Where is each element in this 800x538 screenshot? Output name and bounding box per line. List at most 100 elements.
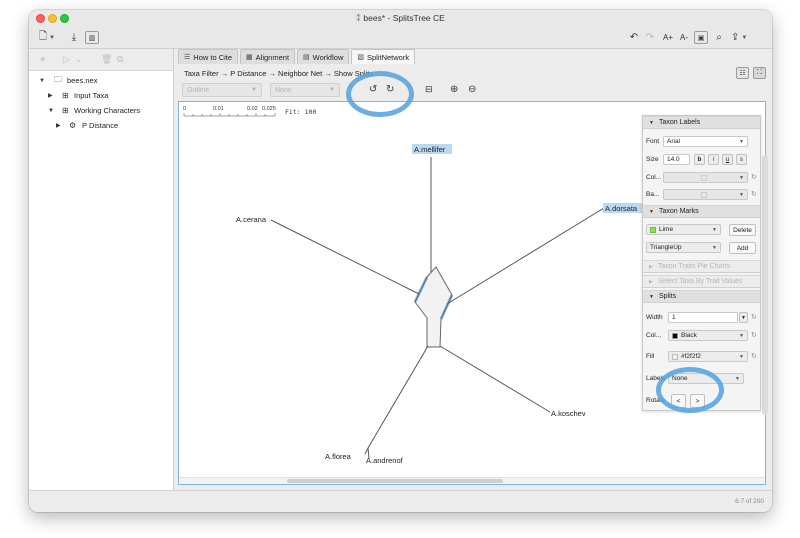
reset-icon[interactable]: ↻	[751, 331, 757, 339]
share-button[interactable]: ⇪ ▼	[731, 29, 747, 46]
edge-koschev[interactable]	[439, 345, 551, 413]
play-icon[interactable]: ▷	[63, 54, 70, 65]
reset-icon[interactable]: ↻	[751, 313, 757, 321]
expanded-arrow-icon: ▼	[649, 293, 654, 300]
color-swatch	[701, 174, 707, 181]
split-width-input[interactable]: 1	[668, 312, 738, 323]
tree-toolbar: ⚭ ▷ ⌄ 🗑 ⧉	[29, 49, 173, 71]
add-mark-button[interactable]: Add	[729, 242, 756, 254]
horizontal-scrollbar[interactable]	[179, 477, 765, 484]
reset-icon[interactable]: ↻	[751, 173, 757, 181]
scroll-thumb[interactable]	[287, 479, 503, 483]
splits-header[interactable]: ▼ Splits	[643, 290, 760, 303]
size-label: Size	[646, 156, 659, 163]
format-panel-toggle-button[interactable]: ☷	[736, 67, 749, 79]
tab-workflow[interactable]: ▤ Workflow	[297, 49, 350, 64]
collapsed-arrow-icon[interactable]: ▶	[48, 92, 53, 99]
tree-item-working-characters[interactable]: ▼ ⊞ Working Characters	[29, 103, 173, 118]
flip-icon: ⊟	[425, 84, 433, 94]
reset-icon[interactable]: ↻	[751, 190, 757, 198]
tree-item-p-distance[interactable]: ▶ ⚙ P Distance	[29, 118, 173, 133]
color-swatch	[672, 332, 678, 339]
workflow-tree-panel: ⚭ ▷ ⌄ 🗑 ⧉ ▼ 🗀 bees.nex ▶ ⊞ Input Taxa ▼ …	[29, 49, 174, 490]
chevron-down-icon: ▼	[739, 332, 744, 339]
new-file-button[interactable]: 🗋 ▼	[39, 29, 55, 46]
edge-dorsata[interactable]	[446, 207, 605, 305]
split-color-picker[interactable]: Black ▼	[668, 330, 748, 341]
taxon-marks-header[interactable]: ▼ Taxon Marks	[643, 205, 760, 218]
increase-font-button[interactable]: A+	[661, 29, 675, 46]
label-background-picker[interactable]: ▼	[663, 189, 748, 200]
split-fill-label: Fill	[646, 353, 655, 360]
taxon-label-dorsata[interactable]: A.dorsata	[605, 204, 638, 213]
select-by-trait-header[interactable]: ▶ Select Taxa By Trait Values	[643, 275, 760, 288]
redo-button[interactable]: ↷	[643, 29, 657, 46]
color-swatch	[701, 191, 707, 198]
layout-combo[interactable]: Outline ▼	[182, 83, 262, 97]
tab-splitnetwork[interactable]: ▧ SplitNetwork	[351, 49, 416, 64]
taxon-label-florea[interactable]: A.florea	[325, 452, 352, 461]
reset-icon[interactable]: ↻	[751, 352, 757, 360]
taxon-labels-header[interactable]: ▼ Taxon Labels	[643, 116, 760, 129]
edge-cerana[interactable]	[270, 219, 420, 295]
chevron-down-icon: ▼	[739, 353, 744, 360]
taxon-label-mellifer[interactable]: A.mellifer	[414, 145, 446, 154]
sidebar-icon: ▥	[88, 34, 96, 42]
fit-window-button[interactable]: ▣	[694, 31, 708, 44]
zoom-in-button[interactable]: ⊕	[450, 84, 458, 95]
search-button[interactable]: ⌕	[712, 29, 726, 46]
network-controls: Outline ▼ None ▼ ↺ ↻ ⊟ ⊕ ⊖	[176, 83, 772, 101]
underline-button[interactable]: u	[722, 154, 733, 165]
gear-icon: ⚙	[69, 121, 77, 130]
layout-toggle-button[interactable]: ⛶	[753, 67, 766, 79]
tab-how-to-cite[interactable]: ☰ How to Cite	[178, 49, 239, 64]
chevron-down-icon[interactable]: ⌄	[75, 54, 83, 65]
expanded-arrow-icon: ▼	[649, 208, 654, 215]
split-width-dropdown[interactable]: ▼	[739, 312, 748, 323]
download-button[interactable]: ⤓	[67, 29, 81, 46]
sidebar-toggle-button[interactable]: ▥	[85, 31, 99, 44]
rooting-combo[interactable]: None ▼	[270, 83, 340, 97]
chevron-down-icon: ▼	[739, 174, 744, 181]
bold-button[interactable]: b	[694, 154, 705, 165]
mark-color-select[interactable]: Lime ▼	[646, 224, 721, 235]
duplicate-icon[interactable]: ⧉	[117, 54, 123, 65]
size-input[interactable]: 14.0	[663, 154, 690, 165]
tree-item-bees-nex[interactable]: ▼ 🗀 bees.nex	[29, 73, 173, 88]
tab-alignment[interactable]: ▦ Alignment	[240, 49, 296, 64]
taxon-label-cerana[interactable]: A.cerana	[236, 215, 267, 224]
zoom-in-icon: ⊕	[450, 84, 459, 95]
titlebar: ⁑ bees* - SplitsTree CE	[29, 10, 772, 27]
highlight-circle	[346, 71, 414, 117]
splitstree-logo-icon: ⁑	[356, 13, 361, 23]
taxon-label-koschev[interactable]: A.koschev	[551, 409, 586, 418]
table-icon: ⊞	[62, 91, 69, 100]
vertical-scrollbar[interactable]	[762, 155, 768, 415]
mark-shape-select[interactable]: TriangleUp ▼	[646, 242, 721, 253]
expanded-arrow-icon[interactable]: ▼	[39, 78, 45, 84]
frame-icon: ⛶	[757, 69, 762, 76]
tree-item-input-taxa[interactable]: ▶ ⊞ Input Taxa	[29, 88, 173, 103]
split-fill-picker[interactable]: #f2f2f2 ▼	[668, 351, 748, 362]
expanded-arrow-icon[interactable]: ▼	[48, 108, 54, 114]
strikethrough-button[interactable]: s	[736, 154, 747, 165]
font-select[interactable]: Arial ▼	[663, 136, 748, 147]
link-icon[interactable]: ⚭	[39, 54, 47, 65]
chevron-down-icon: ▼	[712, 244, 717, 251]
zoom-out-button[interactable]: ⊖	[468, 84, 476, 95]
undo-button[interactable]: ↶	[627, 29, 641, 46]
decrease-font-button[interactable]: A-	[677, 29, 691, 46]
sliders-icon: ☷	[739, 70, 746, 77]
italic-button[interactable]: i	[708, 154, 719, 165]
undo-icon: ↶	[629, 32, 639, 43]
redo-icon: ↷	[645, 32, 655, 43]
delete-icon[interactable]: 🗑	[101, 54, 112, 65]
delete-mark-button[interactable]: Delete	[729, 224, 756, 236]
label-color-picker[interactable]: ▼	[663, 172, 748, 183]
flip-button[interactable]: ⊟	[425, 84, 433, 95]
collapsed-arrow-icon[interactable]: ▶	[56, 122, 61, 129]
taxon-label-andrenof[interactable]: A.andrenof	[366, 456, 404, 465]
tab-bar: ☰ How to Cite ▦ Alignment ▤ Workflow ▧ Split…	[178, 49, 417, 65]
edge-common-florea-andrenof[interactable]	[367, 345, 429, 449]
pie-charts-header[interactable]: ▶ Taxon Traits Pie Charts	[643, 260, 760, 273]
